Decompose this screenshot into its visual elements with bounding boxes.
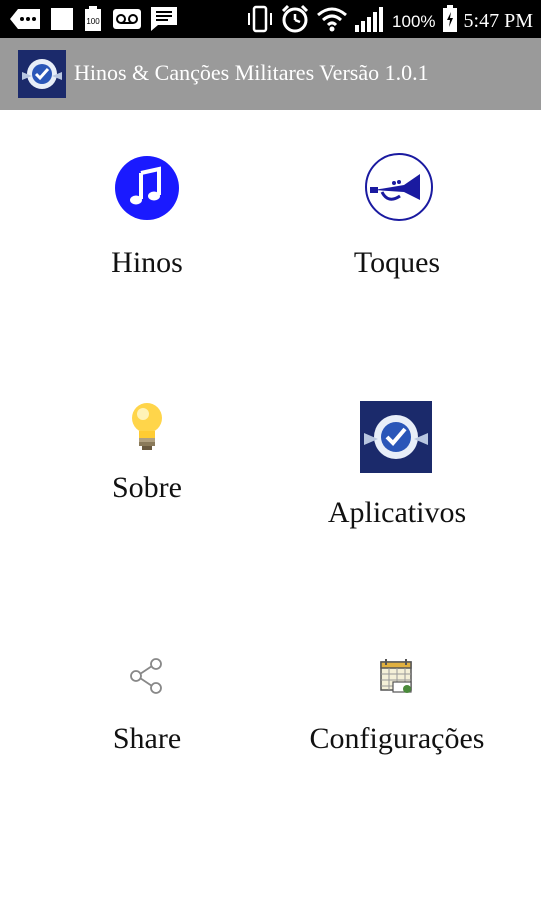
menu-item-label: Share — [112, 722, 182, 755]
menu-item-label: Sobre — [112, 471, 182, 504]
signal-icon — [354, 5, 386, 38]
image-icon — [50, 7, 74, 36]
calendar-settings-icon — [377, 656, 417, 701]
svg-text:100: 100 — [86, 17, 100, 26]
menu-item-sobre[interactable]: Sobre — [12, 395, 282, 515]
lightbulb-icon — [127, 400, 167, 459]
clock-time: 5:47 PM — [463, 10, 533, 32]
menu-item-label: Aplicativos — [327, 496, 467, 529]
voicemail-icon — [112, 7, 142, 36]
app-logo-icon[interactable] — [18, 50, 66, 98]
battery-saver-icon: 100 — [82, 6, 104, 37]
status-left-icons: 100 — [8, 6, 178, 37]
status-right-icons: 100% 5:47 PM — [246, 4, 533, 39]
battery-icon — [442, 5, 458, 38]
status-bar: 100 100% 5:47 PM — [0, 0, 541, 38]
music-note-icon — [114, 155, 180, 226]
menu-item-aplicativos[interactable]: Aplicativos — [262, 395, 532, 540]
app-bar: Hinos & Canções Militares Versão 1.0.1 — [0, 38, 541, 110]
menu-item-toques[interactable]: Toques — [262, 140, 532, 300]
app-logo-icon — [360, 401, 432, 478]
battery-percent: 100% — [392, 11, 436, 31]
alarm-icon — [280, 4, 310, 39]
menu-item-label: Hinos — [111, 246, 183, 279]
phone-vibrate-icon — [246, 5, 274, 38]
menu-item-share[interactable]: Share — [12, 648, 282, 768]
app-title: Hinos & Canções Militares Versão 1.0.1 — [74, 60, 429, 85]
menu-item-label: Toques — [353, 246, 441, 279]
menu-item-configuracoes[interactable]: Configurações — [262, 648, 532, 768]
menu-item-hinos[interactable]: Hinos — [12, 140, 282, 300]
back-icon — [8, 7, 42, 36]
wifi-icon — [316, 6, 348, 37]
message-icon — [150, 6, 178, 37]
menu-item-label: Configurações — [309, 722, 485, 755]
share-icon — [127, 656, 167, 701]
bugle-icon — [364, 152, 434, 227]
